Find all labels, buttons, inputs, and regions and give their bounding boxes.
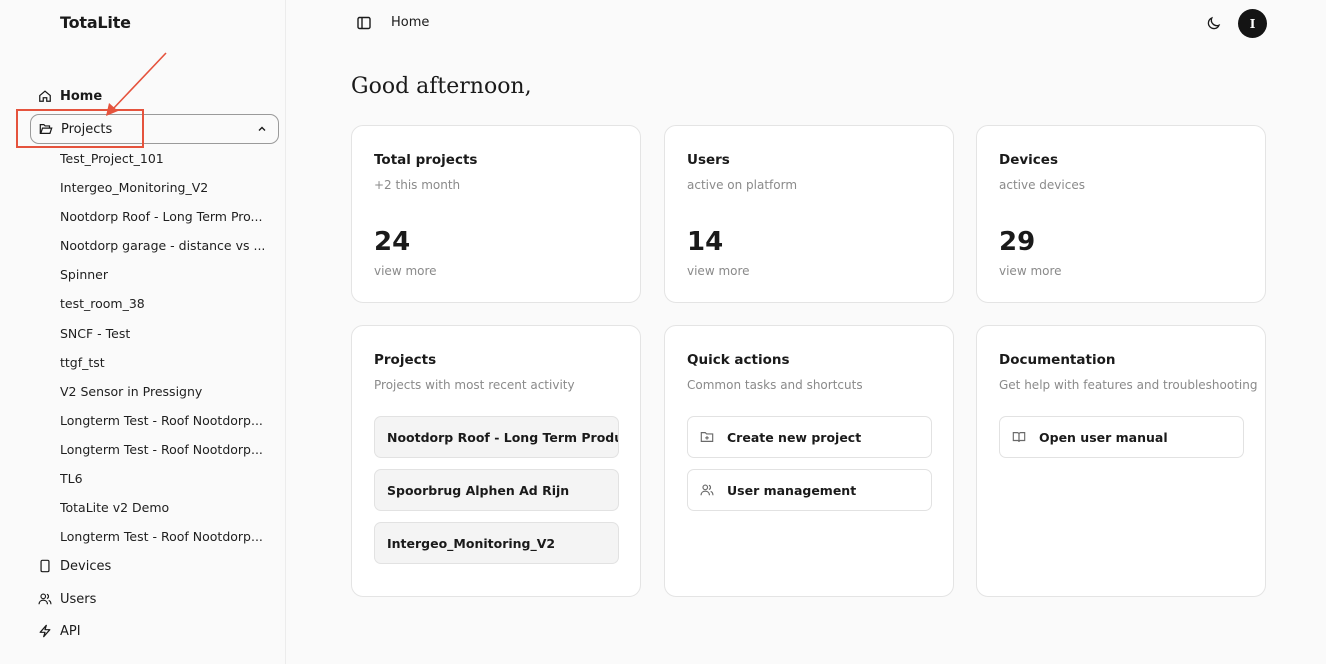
home-icon [38, 89, 52, 103]
sidebar-project-item[interactable]: Nootdorp garage - distance vs ... [60, 231, 280, 260]
stat-card-total-projects: Total projects +2 this month 24 view mor… [351, 125, 641, 303]
sidebar-item-label: Projects [61, 121, 113, 137]
view-more-link[interactable]: view more [374, 264, 437, 278]
card-title: Quick actions [687, 352, 790, 368]
sidebar-project-item[interactable]: SNCF - Test [60, 319, 280, 348]
card-subtitle: active devices [999, 178, 1085, 192]
card-subtitle: active on platform [687, 178, 798, 192]
sidebar-project-item[interactable]: Test_Project_101 [60, 144, 280, 173]
stat-card-users: Users active on platform 14 view more [664, 125, 954, 303]
card-subtitle: Projects with most recent activity [374, 378, 575, 392]
card-title: Projects [374, 352, 437, 368]
stat-value: 24 [374, 227, 411, 257]
sidebar-item-projects[interactable]: Projects [30, 114, 279, 144]
sidebar: TotaLite Home Projects Test_Project_101 … [0, 0, 286, 664]
sidebar-item-home[interactable]: Home [30, 81, 279, 111]
projects-submenu: Test_Project_101 Intergeo_Monitoring_V2 … [60, 144, 280, 551]
sidebar-project-item[interactable]: V2 Sensor in Pressigny [60, 377, 280, 406]
sidebar-item-devices[interactable]: Devices [30, 551, 279, 581]
card-title: Users [687, 152, 730, 168]
sidebar-project-item[interactable]: Longterm Test - Roof Nootdorp... [60, 406, 280, 435]
users-icon [700, 483, 714, 497]
page-title: Good afternoon, [351, 74, 532, 99]
avatar[interactable]: I [1238, 9, 1267, 38]
card-title: Total projects [374, 152, 478, 168]
folder-plus-icon [700, 430, 714, 444]
stat-value: 14 [687, 227, 724, 257]
button-label: Create new project [727, 429, 862, 445]
view-more-link[interactable]: view more [687, 264, 750, 278]
user-management-button[interactable]: User management [687, 469, 932, 511]
sidebar-item-label: Devices [60, 558, 112, 574]
sidebar-project-item[interactable]: TotaLite v2 Demo [60, 493, 280, 522]
sidebar-project-item[interactable]: Nootdorp Roof - Long Term Pro... [60, 202, 280, 231]
sidebar-item-label: Home [60, 88, 103, 104]
stat-value: 29 [999, 227, 1036, 257]
recent-project-button[interactable]: Intergeo_Monitoring_V2 [374, 522, 619, 564]
sidebar-project-item[interactable]: Longterm Test - Roof Nootdorp... [60, 522, 280, 551]
quick-actions-card: Quick actions Common tasks and shortcuts… [664, 325, 954, 597]
moon-icon[interactable] [1206, 15, 1222, 31]
sidebar-item-label: Users [60, 591, 97, 607]
button-label: Open user manual [1039, 429, 1168, 445]
recent-projects-card: Projects Projects with most recent activ… [351, 325, 641, 597]
sidebar-toggle-icon[interactable] [356, 15, 372, 31]
sidebar-item-api[interactable]: API [30, 616, 279, 646]
chevron-up-icon[interactable] [256, 123, 268, 135]
book-open-icon [1012, 430, 1026, 444]
card-title: Devices [999, 152, 1058, 168]
card-title: Documentation [999, 352, 1116, 368]
sidebar-project-item[interactable]: Longterm Test - Roof Nootdorp... [60, 435, 280, 464]
documentation-card: Documentation Get help with features and… [976, 325, 1266, 597]
card-subtitle: +2 this month [374, 178, 461, 192]
stat-card-devices: Devices active devices 29 view more [976, 125, 1266, 303]
device-icon [38, 559, 52, 573]
recent-project-button[interactable]: Nootdorp Roof - Long Term Producti... [374, 416, 619, 458]
folder-open-icon [39, 122, 53, 136]
breadcrumb: Home [391, 15, 430, 30]
recent-project-button[interactable]: Spoorbrug Alphen Ad Rijn [374, 469, 619, 511]
brand-logo[interactable]: TotaLite [60, 13, 131, 32]
open-user-manual-button[interactable]: Open user manual [999, 416, 1244, 458]
sidebar-project-item[interactable]: Intergeo_Monitoring_V2 [60, 173, 280, 202]
button-label: User management [727, 482, 857, 498]
sidebar-item-label: API [60, 623, 81, 639]
create-project-button[interactable]: Create new project [687, 416, 932, 458]
card-subtitle: Get help with features and troubleshooti… [999, 378, 1258, 392]
sidebar-project-item[interactable]: ttgf_tst [60, 348, 280, 377]
card-subtitle: Common tasks and shortcuts [687, 378, 863, 392]
view-more-link[interactable]: view more [999, 264, 1062, 278]
sidebar-project-item[interactable]: test_room_38 [60, 289, 280, 318]
sidebar-project-item[interactable]: TL6 [60, 464, 280, 493]
sidebar-project-item[interactable]: Spinner [60, 260, 280, 289]
users-icon [38, 592, 52, 606]
lightning-icon [38, 624, 52, 638]
sidebar-item-users[interactable]: Users [30, 584, 279, 614]
